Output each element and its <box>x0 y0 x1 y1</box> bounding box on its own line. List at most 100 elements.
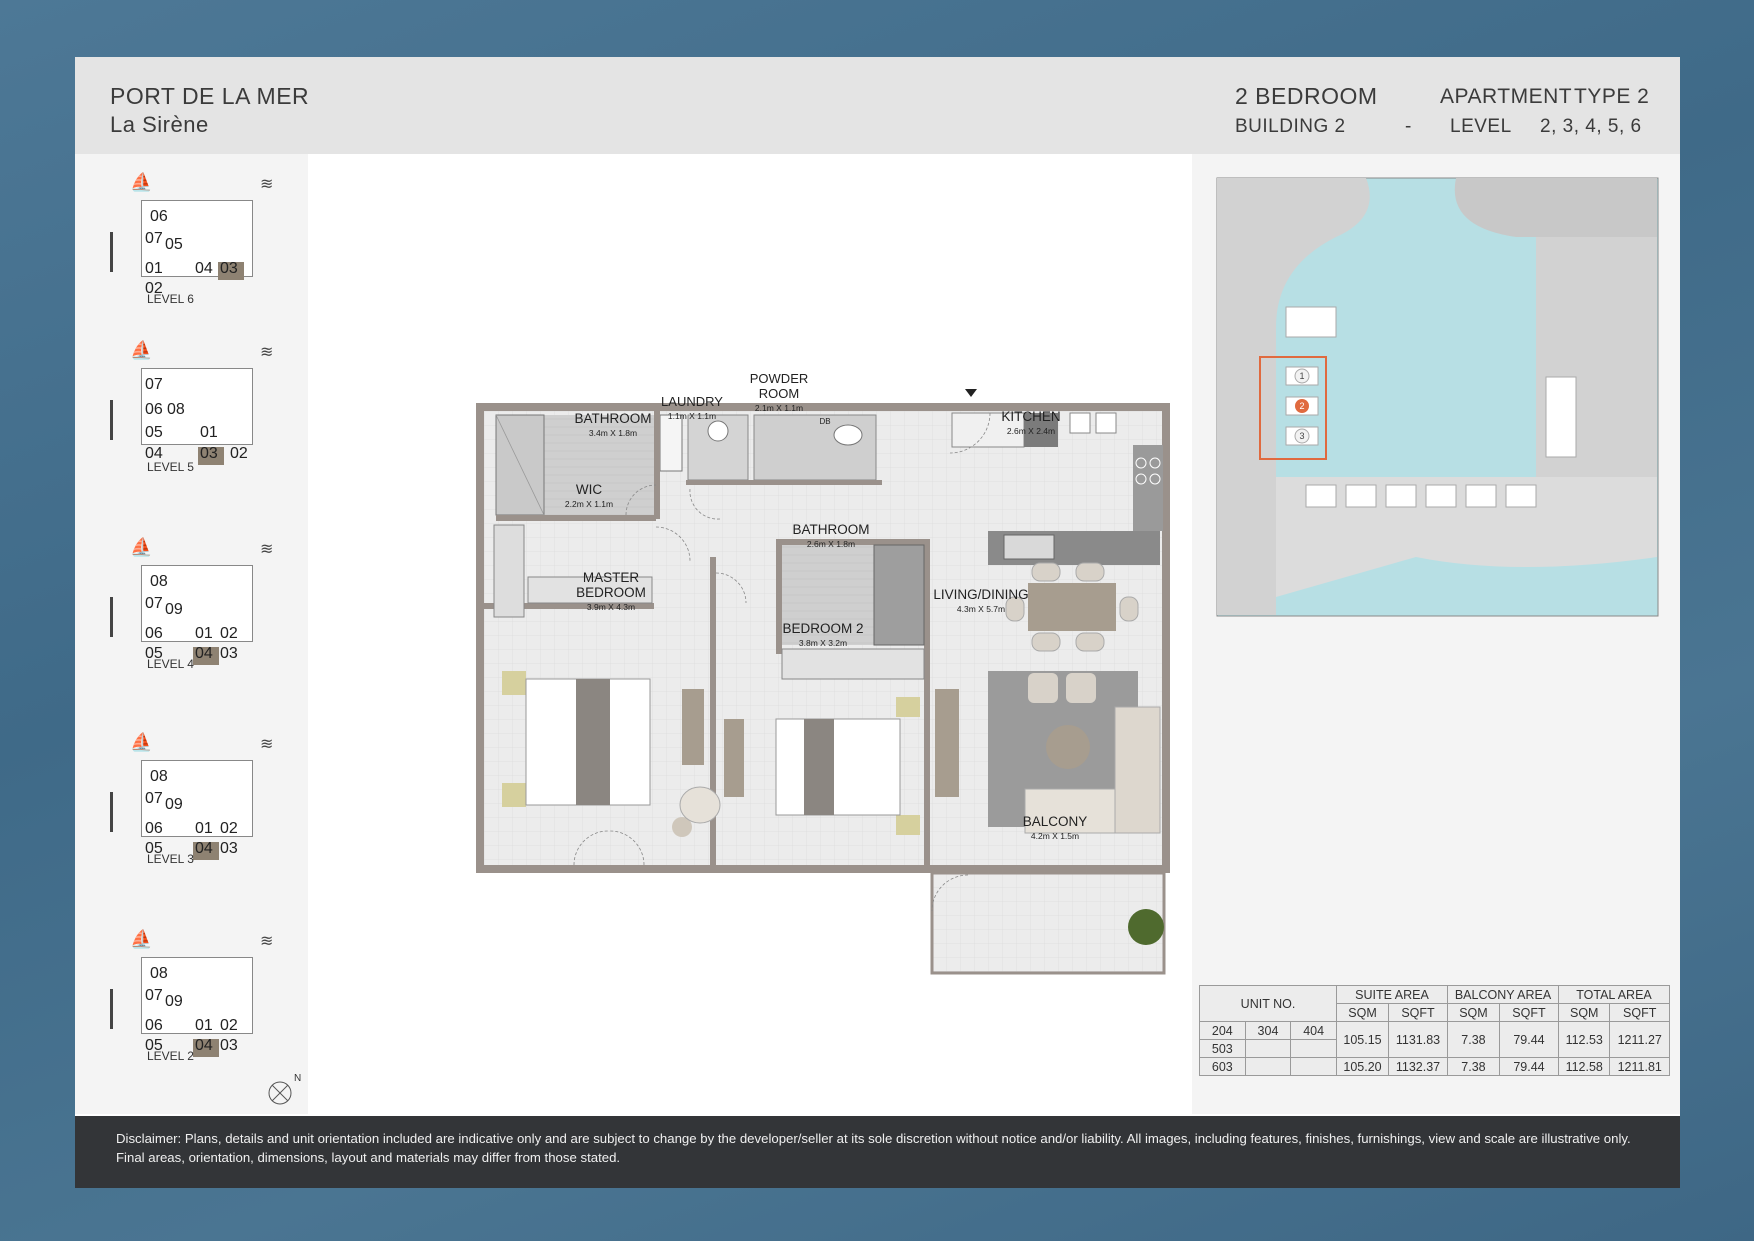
key-plan-level-label: LEVEL 4 <box>147 657 194 671</box>
total-sqm: 112.58 <box>1557 1057 1611 1076</box>
floor-plan <box>476 389 1170 975</box>
unit-number: 07 <box>145 230 163 247</box>
key-plan-level: ⛵ ≋ 08 07 09 06 01 02 05 04 03 LEVEL 4 <box>105 537 305 697</box>
unit-number: 01 <box>145 260 163 277</box>
unit-number: 09 <box>165 601 183 618</box>
bedroom-count: 2 BEDROOM <box>1235 83 1378 109</box>
header-sqm: SQM <box>1335 1003 1390 1022</box>
unit-cell-empty <box>1290 1039 1337 1058</box>
apartment-label: APARTMENT <box>1440 85 1573 108</box>
unit-cell: 404 <box>1290 1021 1337 1040</box>
room-wic: WIC 2.2m X 1.1m <box>564 482 614 509</box>
unit-number: 07 <box>145 790 163 807</box>
boat-icon: ⛵ <box>130 537 153 557</box>
key-plan-level: ⛵ ≋ 07 06 08 05 01 04 03 02 LEVEL 5 <box>105 340 305 500</box>
unit-number: 09 <box>165 796 183 813</box>
disclaimer-bar: Disclaimer: Plans, details and unit orie… <box>75 1116 1680 1188</box>
floor-plan-sheet: PORT DE LA MER La Sirène 2 BEDROOM APART… <box>75 57 1680 1188</box>
unit-number: 07 <box>145 987 163 1004</box>
total-sqft: 1211.27 <box>1609 1021 1670 1058</box>
unit-number: 01 <box>200 424 218 441</box>
wave-icon: ≋ <box>260 736 274 753</box>
key-plan-level-label: LEVEL 6 <box>147 292 194 306</box>
unit-number: 03 <box>200 445 218 462</box>
key-plan-level: ⛵ ≋ 08 07 09 06 01 02 05 04 03 LEVEL 2 <box>105 929 305 1089</box>
tower-icon <box>110 597 113 637</box>
unit-cell: 503 <box>1199 1039 1246 1058</box>
room-master-bedroom: MASTER BEDROOM 3.9m X 4.3m <box>576 570 646 612</box>
db-label: DB <box>819 417 831 426</box>
suite-sqm: 105.20 <box>1335 1057 1390 1076</box>
unit-number: 03 <box>220 645 238 662</box>
unit-number: 04 <box>195 645 213 662</box>
room-bedroom-2: BEDROOM 2 3.8m X 3.2m <box>782 621 864 648</box>
room-balcony: BALCONY 4.2m X 1.5m <box>1022 814 1088 841</box>
unit-number: 02 <box>220 625 238 642</box>
room-powder: POWDER ROOM 2.1m X 1.1m <box>749 371 809 413</box>
header-unit: UNIT NO. <box>1199 985 1337 1022</box>
tower-icon <box>110 989 113 1029</box>
unit-number: 06 <box>150 208 168 225</box>
unit-number: 07 <box>145 376 163 393</box>
site-building-3: 3 <box>1299 431 1304 441</box>
unit-number: 03 <box>220 260 238 277</box>
wave-icon: ≋ <box>260 933 274 950</box>
unit-number: 06 <box>145 1017 163 1034</box>
project-name: PORT DE LA MER <box>110 83 310 109</box>
tower-icon <box>110 232 113 272</box>
unit-cell-empty <box>1244 1057 1292 1076</box>
tower-icon <box>110 400 113 440</box>
unit-number: 02 <box>220 1017 238 1034</box>
unit-number: 04 <box>195 840 213 857</box>
unit-number: 06 <box>145 820 163 837</box>
boat-icon: ⛵ <box>130 340 153 360</box>
unit-number: 08 <box>150 768 168 785</box>
level-label: LEVEL <box>1450 116 1512 137</box>
unit-number: 02 <box>230 445 248 462</box>
disclaimer-text: Disclaimer: Plans, details and unit orie… <box>116 1131 1631 1165</box>
header-suite: SUITE AREA <box>1336 985 1448 1004</box>
balcony-sqft: 79.44 <box>1498 1057 1560 1076</box>
room-bathroom-1: BATHROOM 3.4m X 1.8m <box>574 411 652 438</box>
header-total: TOTAL AREA <box>1558 985 1670 1004</box>
room-laundry: LAUNDRY 1.1m X 1.1m <box>661 394 723 421</box>
compass-north-label: N <box>294 1073 301 1084</box>
room-kitchen: KITCHEN 2.6m X 2.4m <box>1001 409 1061 436</box>
room-living-dining: LIVING/DINING 4.3m X 5.7m <box>933 587 1029 614</box>
apartment-type: TYPE 2 <box>1574 85 1650 108</box>
compass-icon: N <box>268 1073 301 1105</box>
unit-number: 09 <box>165 993 183 1010</box>
unit-number: 03 <box>220 840 238 857</box>
unit-number: 04 <box>195 260 213 277</box>
unit-cell: 304 <box>1244 1021 1292 1040</box>
balcony-sqm: 7.38 <box>1447 1057 1500 1076</box>
boat-icon: ⛵ <box>130 929 153 949</box>
key-plan-level-label: LEVEL 3 <box>147 852 194 866</box>
wave-icon: ≋ <box>260 176 274 193</box>
header-sqm: SQM <box>1557 1003 1611 1022</box>
key-plan-level-label: LEVEL 5 <box>147 460 194 474</box>
unit-number: 08 <box>150 965 168 982</box>
unit-number: 05 <box>145 424 163 441</box>
boat-icon: ⛵ <box>130 172 153 192</box>
unit-number: 05 <box>165 236 183 253</box>
unit-cell-empty <box>1290 1057 1337 1076</box>
key-plan-level-label: LEVEL 2 <box>147 1049 194 1063</box>
header-sqm: SQM <box>1447 1003 1500 1022</box>
site-plan: 1 2 3 <box>1216 177 1659 617</box>
unit-number: 01 <box>195 820 213 837</box>
key-plan-level: ⛵ ≋ 06 07 05 01 04 03 02 LEVEL 6 <box>105 172 305 332</box>
total-sqft: 1211.81 <box>1609 1057 1670 1076</box>
balcony-sqm: 7.38 <box>1447 1021 1500 1058</box>
site-building-2: 2 <box>1299 401 1304 411</box>
header: PORT DE LA MER La Sirène 2 BEDROOM APART… <box>75 57 1680 154</box>
area-table: UNIT NO. SUITE AREA BALCONY AREA TOTAL A… <box>1199 985 1670 1076</box>
wave-icon: ≋ <box>260 541 274 558</box>
header-sqft: SQFT <box>1609 1003 1670 1022</box>
key-plan-level: ⛵ ≋ 08 07 09 06 01 02 05 04 03 LEVEL 3 <box>105 732 305 892</box>
unit-cell: 204 <box>1199 1021 1246 1040</box>
unit-number: 01 <box>195 625 213 642</box>
site-building-1: 1 <box>1299 371 1304 381</box>
unit-number: 03 <box>220 1037 238 1054</box>
separator-dash: - <box>1405 116 1412 137</box>
